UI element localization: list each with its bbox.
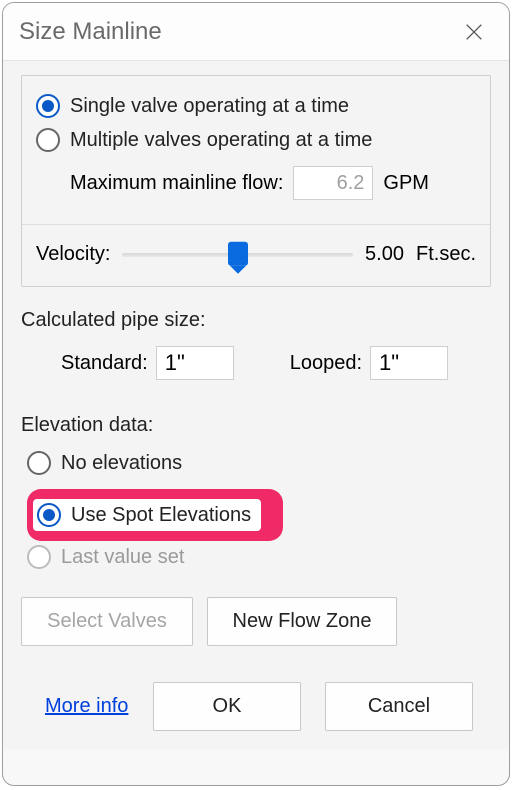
radio-single-valve[interactable]: Single valve operating at a time	[36, 94, 476, 118]
max-flow-units: GPM	[383, 172, 429, 195]
valve-mode-panel: Single valve operating at a time Multipl…	[21, 75, 491, 287]
radio-no-elevations[interactable]: No elevations	[27, 451, 491, 475]
ok-button[interactable]: OK	[153, 682, 301, 731]
panel-divider	[22, 224, 490, 225]
elevation-section: Elevation data: No elevations Use Spot E…	[21, 414, 491, 569]
dialog-size-mainline: Size Mainline Single valve operating at …	[2, 2, 510, 786]
highlight-box: Use Spot Elevations	[27, 489, 283, 541]
standard-label: Standard:	[61, 352, 148, 375]
radio-icon	[36, 128, 60, 152]
velocity-units: Ft.sec.	[416, 243, 476, 266]
dialog-body: Single valve operating at a time Multipl…	[3, 61, 509, 749]
slider-thumb[interactable]	[228, 241, 248, 265]
radio-label: No elevations	[61, 452, 182, 475]
radio-label: Use Spot Elevations	[71, 504, 251, 527]
close-icon[interactable]	[457, 15, 491, 49]
footer-row: More info OK Cancel	[21, 682, 491, 731]
radio-icon	[36, 94, 60, 118]
max-flow-input[interactable]	[293, 166, 373, 200]
velocity-row: Velocity: 5.00 Ft.sec.	[36, 243, 476, 266]
new-flow-zone-button[interactable]: New Flow Zone	[207, 597, 397, 646]
dialog-title: Size Mainline	[19, 18, 162, 46]
more-info-link[interactable]: More info	[45, 695, 128, 718]
radio-label: Last value set	[61, 546, 184, 569]
select-valves-button[interactable]: Select Valves	[21, 597, 193, 646]
max-flow-row: Maximum mainline flow: GPM	[70, 166, 476, 200]
looped-input[interactable]	[370, 346, 448, 380]
radio-icon	[27, 545, 51, 569]
action-button-row: Select Valves New Flow Zone	[21, 597, 491, 646]
cancel-button[interactable]: Cancel	[325, 682, 473, 731]
standard-input[interactable]	[156, 346, 234, 380]
velocity-label: Velocity:	[36, 243, 110, 266]
pipe-size-row: Standard: Looped:	[21, 346, 491, 380]
radio-label: Multiple valves operating at a time	[70, 129, 372, 152]
velocity-slider[interactable]	[122, 244, 353, 266]
titlebar: Size Mainline	[3, 3, 509, 61]
radio-spot-elevations[interactable]: Use Spot Elevations	[33, 499, 261, 531]
looped-label: Looped:	[290, 352, 362, 375]
radio-icon	[37, 503, 61, 527]
radio-icon	[27, 451, 51, 475]
max-flow-label: Maximum mainline flow:	[70, 172, 283, 195]
radio-last-value: Last value set	[27, 545, 491, 569]
radio-label: Single valve operating at a time	[70, 95, 349, 118]
elevation-heading: Elevation data:	[21, 414, 491, 437]
radio-multiple-valves[interactable]: Multiple valves operating at a time	[36, 128, 476, 152]
pipe-heading: Calculated pipe size:	[21, 309, 491, 332]
velocity-value: 5.00	[365, 243, 404, 266]
